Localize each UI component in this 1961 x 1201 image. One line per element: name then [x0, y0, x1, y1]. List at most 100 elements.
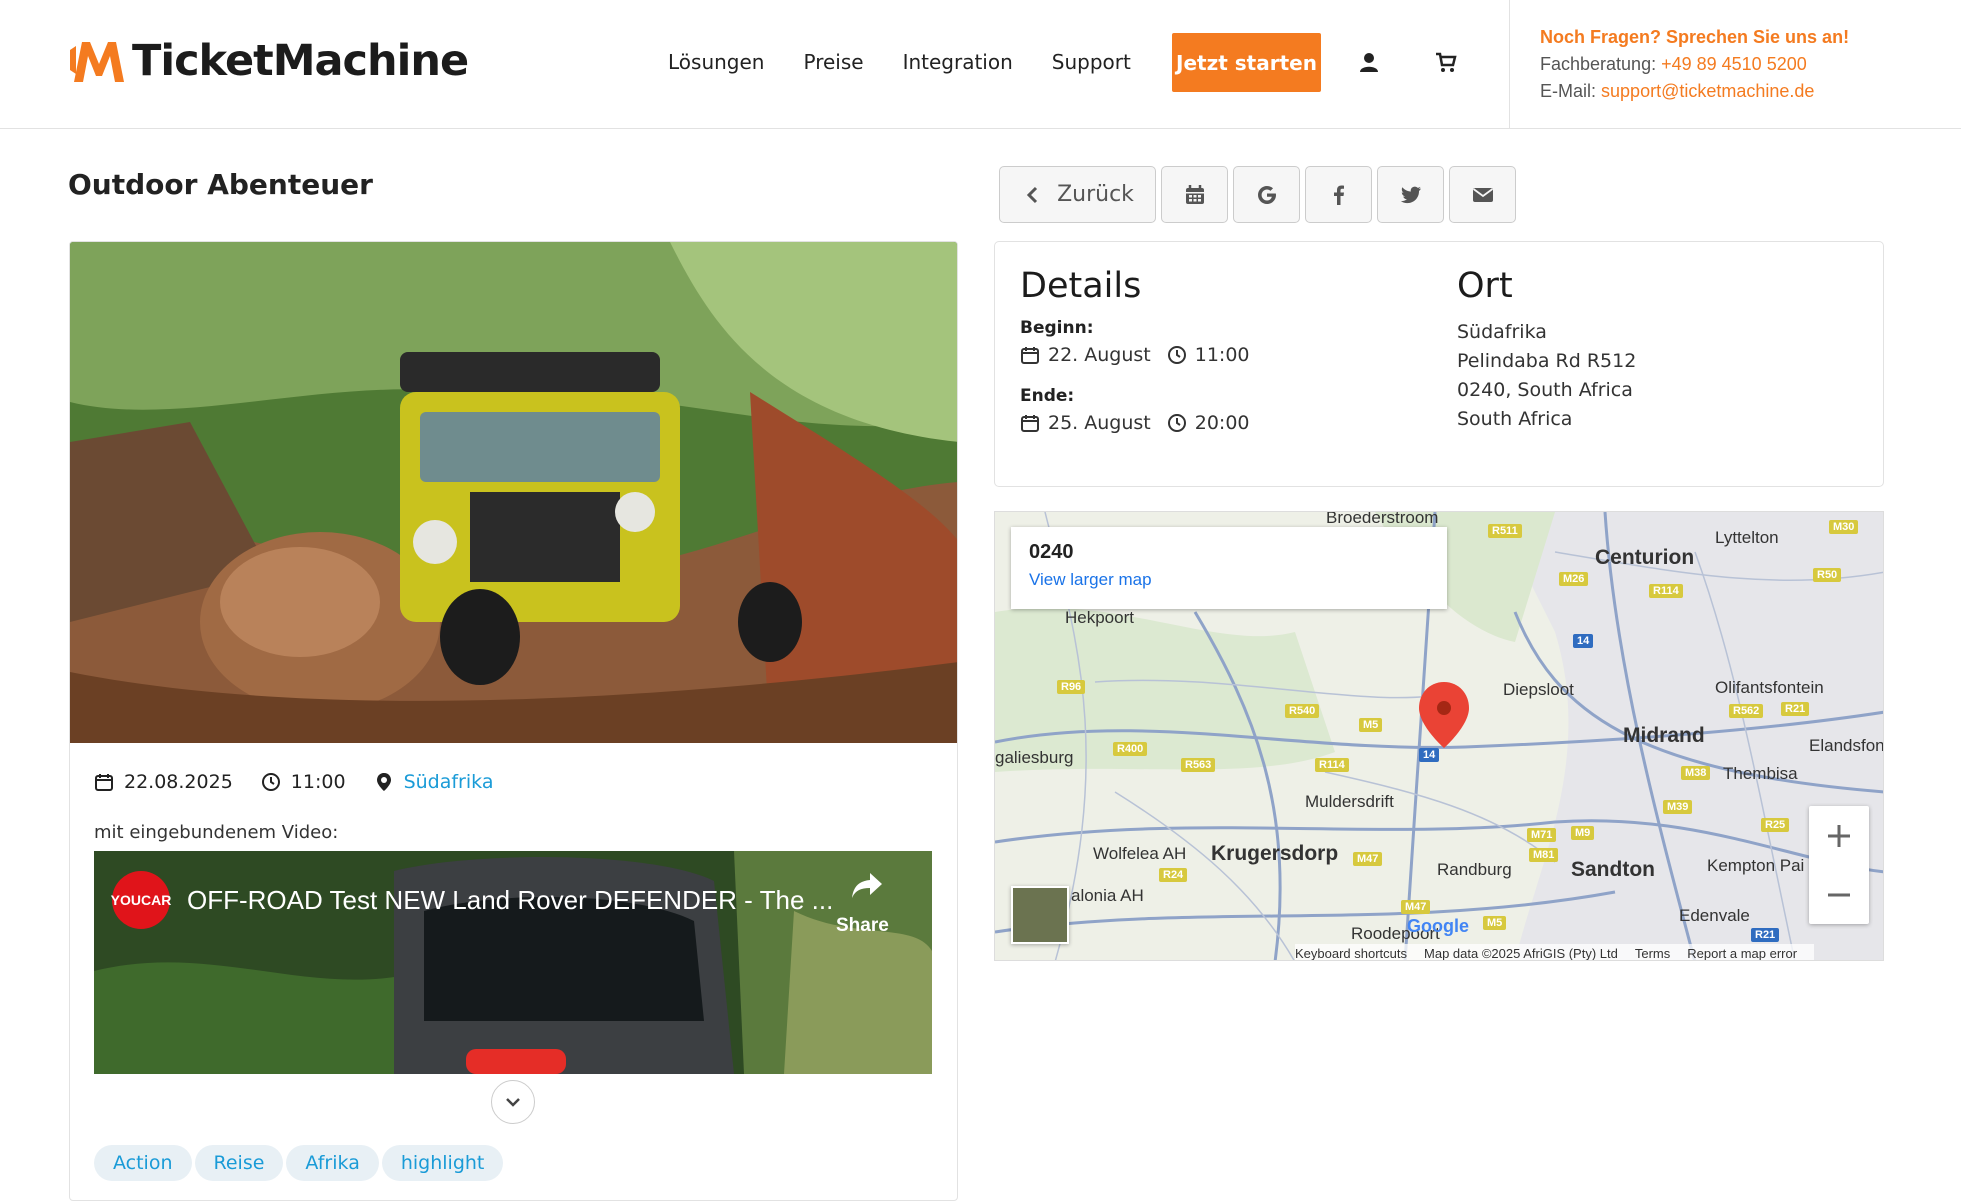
expand-toggle[interactable]	[491, 1080, 535, 1124]
facebook-button[interactable]	[1305, 166, 1372, 223]
map-label: Lyttelton	[1715, 528, 1779, 547]
map-attribution: Keyboard shortcuts Map data ©2025 AfriGI…	[1295, 944, 1815, 961]
twitter-button[interactable]	[1377, 166, 1444, 223]
place-column: Ort Südafrika Pelindaba Rd R512 0240, So…	[1457, 266, 1636, 434]
google-icon	[1257, 185, 1276, 204]
brand-name: TicketMachine	[132, 36, 469, 86]
map-label: Olifantsfontein	[1715, 678, 1824, 697]
keyboard-shortcuts-link[interactable]: Keyboard shortcuts	[1295, 946, 1407, 961]
map-postal-code: 0240	[1029, 541, 1074, 563]
video-title[interactable]: OFF-ROAD Test NEW Land Rover DEFENDER - …	[187, 885, 833, 916]
start-now-button[interactable]: Jetzt starten	[1172, 33, 1321, 92]
back-button[interactable]: Zurück	[999, 166, 1156, 223]
end-time: 20:00	[1194, 412, 1250, 434]
calendar-icon	[1185, 184, 1204, 204]
map-label: Diepsloot	[1503, 680, 1574, 699]
google-button[interactable]	[1233, 166, 1300, 223]
action-toolbar: Zurück	[999, 166, 1521, 223]
nav-losungen[interactable]: Lösungen	[668, 50, 764, 74]
address-line: 0240, South Africa	[1457, 379, 1633, 401]
road-shield: 14	[1419, 748, 1440, 762]
terms-link[interactable]: Terms	[1635, 946, 1670, 961]
tag-highlight[interactable]: highlight	[381, 1145, 504, 1181]
begin-time: 11:00	[1194, 344, 1250, 366]
event-card: 22.08.2025 11:00 Südafrika mit eingebund…	[69, 241, 958, 1201]
plus-icon	[1828, 824, 1850, 847]
tag-list: Action Reise Afrika highlight	[94, 1145, 506, 1181]
road-shield: M26	[1559, 572, 1589, 586]
road-shield: M5	[1359, 718, 1383, 732]
report-error-link[interactable]: Report a map error	[1687, 946, 1797, 961]
road-shield: M30	[1829, 520, 1859, 534]
place-heading: Ort	[1457, 266, 1513, 306]
satellite-toggle[interactable]	[1011, 886, 1069, 944]
user-icon[interactable]	[1357, 50, 1381, 74]
view-larger-map-link[interactable]: View larger map	[1029, 570, 1429, 590]
embedded-video[interactable]: YOUCAR OFF-ROAD Test NEW Land Rover DEFE…	[94, 851, 932, 1074]
site-header: TicketMachine Lösungen Preise Integratio…	[0, 0, 1961, 129]
event-date: 22.08.2025	[124, 771, 233, 793]
zoom-out-button[interactable]	[1809, 865, 1869, 924]
map-label: Muldersdrift	[1305, 792, 1394, 811]
road-shield: R562	[1729, 704, 1764, 718]
logo[interactable]: TicketMachine	[68, 36, 469, 86]
road-shield: R50	[1813, 568, 1842, 582]
youcar-channel-avatar[interactable]: YOUCAR	[111, 871, 171, 929]
phone-link[interactable]: +49 89 4510 5200	[1661, 54, 1807, 74]
zoom-in-button[interactable]	[1809, 806, 1869, 865]
event-location-link[interactable]: Südafrika	[404, 771, 494, 793]
address-line: Südafrika	[1457, 321, 1547, 343]
tag-reise[interactable]: Reise	[194, 1145, 284, 1181]
map-marker-icon	[376, 773, 391, 791]
road-shield: 14	[1573, 634, 1594, 648]
road-shield: R25	[1761, 818, 1790, 832]
end-label: Ende:	[1020, 386, 1075, 406]
road-shield: R21	[1751, 928, 1780, 942]
nav-integration[interactable]: Integration	[903, 50, 1013, 74]
cart-icon[interactable]	[1434, 50, 1458, 74]
map-label: Kempton Pai	[1707, 856, 1805, 875]
end-row: 25. August 20:00	[1020, 412, 1250, 434]
map-label: alonia AH	[1071, 886, 1144, 905]
road-shield: R114	[1649, 584, 1683, 598]
details-heading: Details	[1020, 266, 1142, 306]
map-label: Wolfelea AH	[1093, 844, 1187, 863]
end-date: 25. August	[1048, 412, 1151, 434]
map-label: galiesburg	[995, 748, 1074, 767]
contact-box: Noch Fragen? Sprechen Sie uns an! Fachbe…	[1509, 0, 1961, 129]
video-share-label[interactable]: Share	[836, 915, 889, 937]
main-nav: Lösungen Preise Integration Support	[668, 32, 1170, 92]
email-icon	[1472, 187, 1493, 202]
chevron-left-icon	[1026, 186, 1038, 203]
tag-afrika[interactable]: Afrika	[286, 1145, 379, 1181]
map-label: Broederstroom	[1326, 511, 1439, 527]
begin-date: 22. August	[1048, 344, 1151, 366]
email-link[interactable]: support@ticketmachine.de	[1601, 81, 1814, 101]
road-shield: M47	[1353, 852, 1383, 866]
clock-icon	[261, 773, 280, 791]
twitter-icon	[1400, 186, 1421, 203]
tag-action[interactable]: Action	[94, 1145, 192, 1181]
chevron-down-icon	[506, 1098, 520, 1107]
road-shield: R96	[1057, 680, 1086, 694]
share-icon[interactable]	[850, 871, 884, 901]
calendar-icon	[95, 774, 113, 791]
map-label: Krugersdorp	[1211, 842, 1339, 865]
address-line: South Africa	[1457, 408, 1573, 430]
map-label: Thembisa	[1723, 764, 1798, 783]
google-map[interactable]: Broederstroom Centurion Lyttelton Hekpoo…	[994, 511, 1884, 961]
calendar-button[interactable]	[1161, 166, 1228, 223]
event-image	[70, 242, 957, 743]
map-info-card: 0240 View larger map	[1011, 527, 1447, 609]
road-shield: R21	[1781, 702, 1810, 716]
nav-preise[interactable]: Preise	[803, 50, 863, 74]
nav-support[interactable]: Support	[1052, 50, 1131, 74]
calendar-icon	[1021, 415, 1039, 432]
email-button[interactable]	[1449, 166, 1516, 223]
clock-icon	[1167, 414, 1186, 432]
road-shield: M5	[1483, 916, 1507, 930]
phone-label: Fachberatung:	[1540, 54, 1657, 74]
google-logo: Google	[1407, 916, 1469, 936]
road-shield: M9	[1571, 826, 1595, 840]
road-shield: R511	[1488, 524, 1522, 538]
